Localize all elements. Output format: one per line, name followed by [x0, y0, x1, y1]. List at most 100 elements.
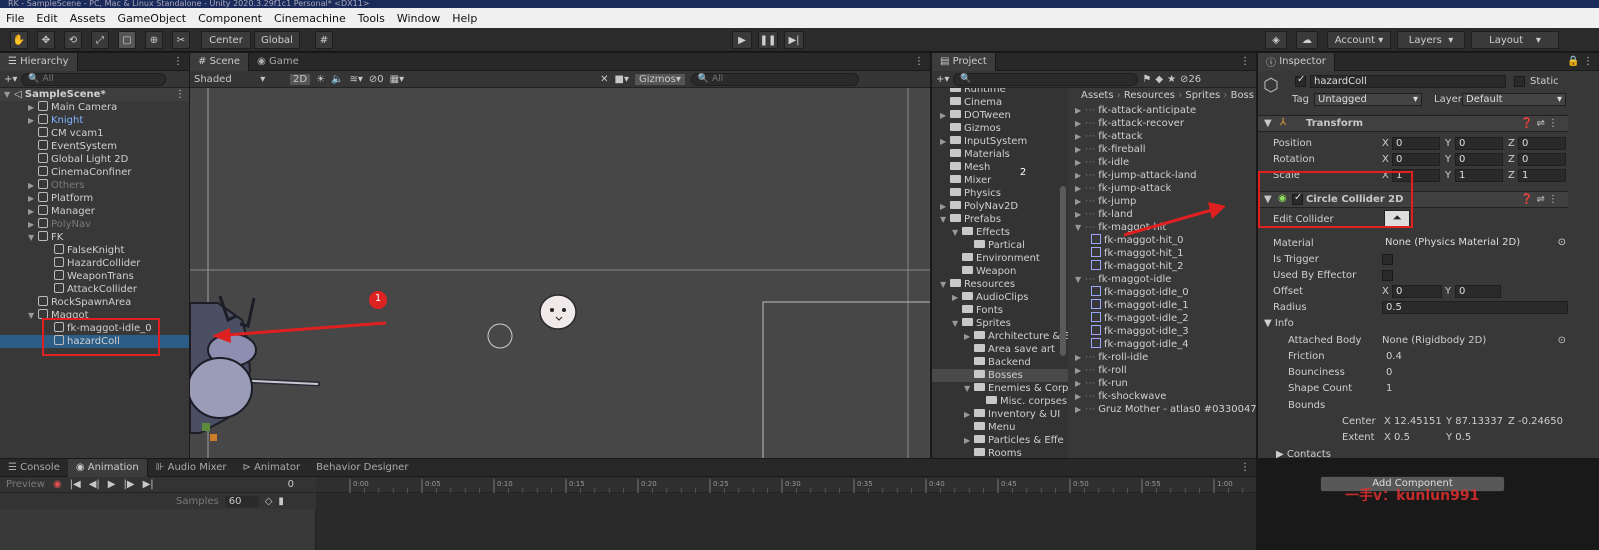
foldout-arrow-icon[interactable]: ▶	[1075, 208, 1085, 221]
shading-dropdown[interactable]: Shaded ▾	[194, 74, 284, 85]
gizmos-dropdown[interactable]: Gizmos▾	[634, 73, 685, 85]
samples-field[interactable]: 60	[224, 495, 259, 507]
record-icon[interactable]: ◉	[53, 479, 62, 490]
asset-item[interactable]: ▶ ⋯ Gruz Mother - atlas0 #0330047	[1071, 403, 1256, 416]
foldout-arrow-icon[interactable]: ▼	[940, 213, 950, 226]
create-add-icon[interactable]: +▾	[936, 74, 949, 85]
rect-tool-icon[interactable]: ▢	[118, 31, 136, 49]
transform-scl-z-field[interactable]: 1	[1518, 169, 1566, 182]
foldout-arrow-icon[interactable]: ▶	[964, 330, 974, 343]
info-foldout[interactable]: ▼ Info	[1264, 318, 1294, 329]
foldout-arrow-icon[interactable]: ▶	[28, 101, 38, 114]
hierarchy-item[interactable]: RockSpawnArea	[0, 296, 189, 309]
foldout-arrow-icon[interactable]: ▶	[964, 408, 974, 421]
play-button[interactable]: ▶	[732, 31, 752, 49]
play-anim-icon[interactable]: ▶	[108, 479, 116, 490]
breadcrumb-item[interactable]: Resources	[1124, 90, 1175, 101]
hierarchy-item[interactable]: ▶ Platform	[0, 192, 189, 205]
foldout-arrow-icon[interactable]: ▶	[940, 135, 950, 148]
asset-item[interactable]: ▶ ⋯ fk-fireball	[1071, 143, 1256, 156]
contacts-foldout[interactable]: ▶ Contacts	[1276, 449, 1331, 458]
effects-icon[interactable]: ≋▾	[349, 74, 362, 85]
foldout-arrow-icon[interactable]: ▼	[28, 309, 38, 322]
transform-rot-y-field[interactable]: 0	[1455, 153, 1503, 166]
grid-icon[interactable]: ▦▾	[390, 74, 404, 85]
asset-item[interactable]: ▶ ⋯ fk-roll	[1071, 364, 1256, 377]
foldout-arrow-icon[interactable]: ▶	[28, 179, 38, 192]
tab-scene[interactable]: # Scene	[190, 52, 250, 71]
asset-item[interactable]: fk-maggot-hit_2	[1071, 260, 1256, 273]
material-field[interactable]: None (Physics Material 2D) ⊙	[1382, 237, 1568, 250]
foldout-arrow-icon[interactable]: ▼	[1075, 221, 1085, 234]
foldout-arrow-icon[interactable]: ▶	[1075, 104, 1085, 117]
preview-label[interactable]: Preview	[6, 479, 45, 490]
filter-label-icon[interactable]: ◆	[1155, 74, 1163, 85]
folder-item[interactable]: Partical	[932, 239, 1068, 252]
timeline-dopesheet[interactable]	[316, 493, 1256, 550]
tab-behavior-designer[interactable]: Behavior Designer	[308, 462, 416, 473]
menu-item-window[interactable]: Window	[391, 12, 446, 25]
hierarchy-item[interactable]: FalseKnight	[0, 244, 189, 257]
foldout-arrow-icon[interactable]: ▶	[964, 434, 974, 447]
foldout-arrow-icon[interactable]: ▶	[940, 109, 950, 122]
tools-icon[interactable]: ✕	[600, 74, 608, 85]
foldout-arrow-icon[interactable]: ▼	[940, 278, 950, 291]
component-menu-icon[interactable]: ❓ ⇌ ⋮	[1521, 194, 1558, 205]
hierarchy-item[interactable]: Global Light 2D	[0, 153, 189, 166]
foldout-arrow-icon[interactable]: ▼	[28, 231, 38, 244]
radius-field[interactable]: 0.5	[1382, 301, 1568, 314]
menu-item-tools[interactable]: Tools	[352, 12, 391, 25]
folder-item[interactable]: Bosses	[932, 369, 1068, 382]
hierarchy-item[interactable]: ▼ FK	[0, 231, 189, 244]
foldout-arrow-icon[interactable]: ▶	[1075, 377, 1085, 390]
folder-item[interactable]: ▶ PolyNav2D	[932, 200, 1068, 213]
hierarchy-item[interactable]: ▶ Main Camera	[0, 101, 189, 114]
tab-project[interactable]: ▤ Project	[932, 52, 996, 71]
folder-item[interactable]: Runtime	[932, 88, 1068, 96]
used-by-effector-checkbox[interactable]	[1382, 270, 1393, 281]
folder-item[interactable]: ▼ Effects	[932, 226, 1068, 239]
folder-item[interactable]: Menu	[932, 421, 1068, 434]
asset-item[interactable]: fk-maggot-hit_1	[1071, 247, 1256, 260]
object-name-field[interactable]: hazardColl	[1310, 75, 1506, 88]
pivot-global-button[interactable]: Global	[254, 31, 300, 49]
collab-icon[interactable]: ◈	[1265, 31, 1287, 49]
layer-dropdown[interactable]: Default ▾	[1462, 93, 1566, 106]
foldout-arrow-icon[interactable]: ▶	[28, 192, 38, 205]
transform-rot-z-field[interactable]: 0	[1518, 153, 1566, 166]
timeline-ruler[interactable]: 0:00 0:05 0:10 0:15 0:20 0:25 0:30 0:35 0:40 0:45…	[316, 477, 1273, 493]
first-key-icon[interactable]: |◀	[70, 479, 81, 490]
folder-item[interactable]: ▶ Inventory & UI	[932, 408, 1068, 421]
hierarchy-item[interactable]: ▶ Manager	[0, 205, 189, 218]
foldout-arrow-icon[interactable]: ▶	[1075, 195, 1085, 208]
tab-hierarchy[interactable]: ☰ Hierarchy	[0, 52, 78, 71]
foldout-arrow-icon[interactable]: ▶	[1075, 403, 1085, 416]
project-search-input[interactable]: 🔍	[953, 72, 1139, 86]
hierarchy-item[interactable]: ▶ Knight	[0, 114, 189, 127]
transform-pos-x-field[interactable]: 0	[1392, 137, 1440, 150]
folder-item[interactable]: ▼ Prefabs	[932, 213, 1068, 226]
foldout-arrow-icon[interactable]: ▼	[952, 226, 962, 239]
scene-menu-icon[interactable]: ⋮	[175, 88, 185, 101]
lock-icon[interactable]: 🔒 ⋮	[1567, 56, 1599, 67]
menu-item-help[interactable]: Help	[446, 12, 483, 25]
menu-item-assets[interactable]: Assets	[64, 12, 112, 25]
foldout-arrow-icon[interactable]: ▶	[940, 200, 950, 213]
tab-game[interactable]: ◉ Game	[249, 56, 307, 67]
component-menu-icon[interactable]: ❓ ⇌ ⋮	[1521, 118, 1558, 129]
step-button[interactable]: ▶|	[784, 31, 804, 49]
asset-item[interactable]: fk-maggot-idle_0	[1071, 286, 1256, 299]
foldout-arrow-icon[interactable]: ▶	[28, 218, 38, 231]
frame-field[interactable]: 0	[288, 479, 316, 490]
transform-scl-y-field[interactable]: 1	[1455, 169, 1503, 182]
tab-inspector[interactable]: ⓘ Inspector	[1258, 53, 1335, 71]
custom-tool-icon[interactable]: ✂	[172, 31, 190, 49]
foldout-arrow-icon[interactable]: ▶	[1075, 169, 1085, 182]
move-tool-icon[interactable]: ✥	[37, 31, 55, 49]
foldout-arrow-icon[interactable]: ▶	[1075, 182, 1085, 195]
hierarchy-item[interactable]: ▶ PolyNav	[0, 218, 189, 231]
folder-item[interactable]: Area save art	[932, 343, 1068, 356]
asset-item[interactable]: ▶ ⋯ fk-attack	[1071, 130, 1256, 143]
mode-2d-toggle[interactable]: 2D	[290, 73, 311, 85]
menu-item-gameobject[interactable]: GameObject	[112, 12, 193, 25]
